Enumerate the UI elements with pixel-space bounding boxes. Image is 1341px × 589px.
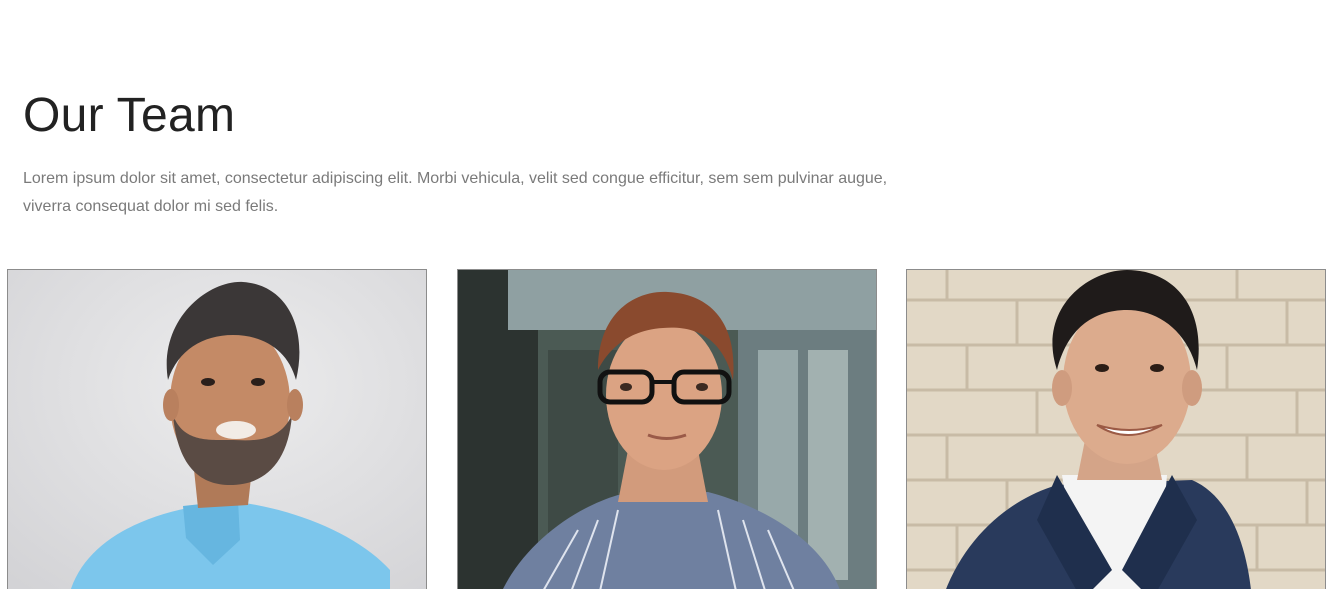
team-grid xyxy=(7,269,1327,589)
team-member-card[interactable] xyxy=(906,269,1326,589)
team-member-card[interactable] xyxy=(457,269,877,589)
section-description: Lorem ipsum dolor sit amet, consectetur … xyxy=(23,170,888,215)
man-in-navy-suit-photo xyxy=(907,270,1325,589)
team-member-card[interactable] xyxy=(7,269,427,589)
man-in-blue-shirt-photo xyxy=(8,270,426,589)
woman-with-glasses-photo xyxy=(458,270,876,589)
section-title: Our Team xyxy=(23,89,236,142)
